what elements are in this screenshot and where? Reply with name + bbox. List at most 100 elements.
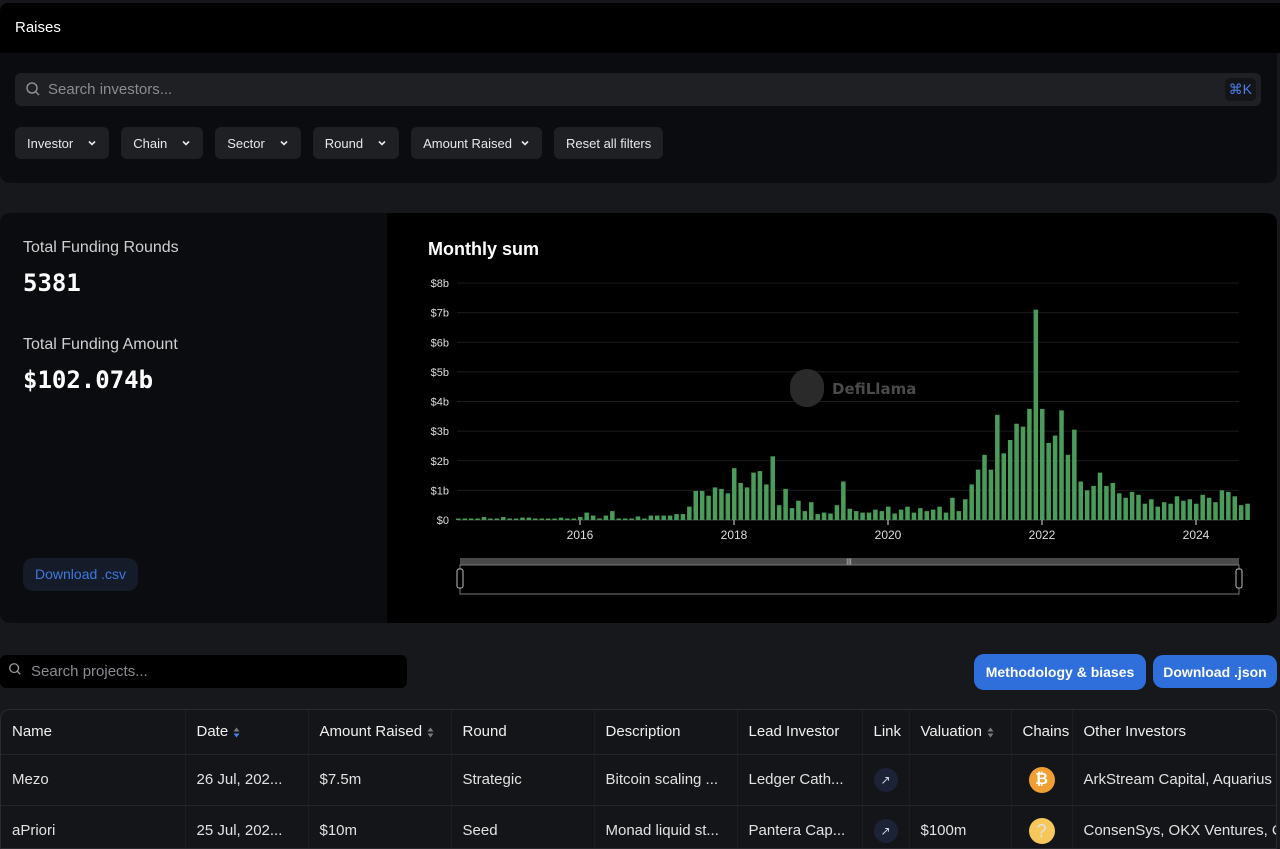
bar[interactable]	[1052, 435, 1058, 520]
bar[interactable]	[905, 506, 910, 520]
bar[interactable]	[853, 511, 859, 520]
bar[interactable]	[866, 512, 872, 520]
download-json-button[interactable]: Download .json	[1153, 655, 1277, 688]
bar[interactable]	[776, 505, 782, 520]
external-link-icon[interactable]: ↗	[873, 767, 898, 792]
sort-icon[interactable]	[987, 727, 994, 738]
bar[interactable]	[622, 518, 628, 521]
bar[interactable]	[687, 506, 692, 520]
bar[interactable]	[667, 515, 673, 520]
bar[interactable]	[821, 512, 827, 520]
bar[interactable]	[1097, 472, 1103, 520]
bar[interactable]	[918, 508, 923, 520]
bar[interactable]	[629, 518, 634, 521]
bar[interactable]	[847, 508, 853, 520]
bar[interactable]	[501, 517, 506, 520]
bar[interactable]	[963, 499, 968, 520]
bar[interactable]	[635, 516, 641, 520]
bar[interactable]	[1110, 482, 1116, 520]
search-investors-input[interactable]	[48, 73, 1198, 106]
bar[interactable]	[468, 518, 474, 521]
column-header-amount[interactable]: Amount Raised	[308, 710, 452, 754]
bar[interactable]	[558, 517, 564, 520]
bar[interactable]	[930, 509, 936, 520]
bar[interactable]	[751, 472, 756, 520]
bar[interactable]	[898, 509, 904, 520]
bar[interactable]	[725, 493, 731, 520]
bar[interactable]	[995, 414, 1000, 520]
range-handle-right[interactable]	[1235, 568, 1243, 589]
bar[interactable]	[597, 518, 602, 521]
bar[interactable]	[809, 502, 814, 520]
bar[interactable]	[950, 497, 955, 520]
bar[interactable]	[1091, 485, 1096, 520]
bar[interactable]	[796, 500, 801, 520]
bar[interactable]	[1213, 502, 1218, 520]
bar[interactable]	[571, 518, 577, 521]
bar[interactable]	[1078, 481, 1084, 520]
bar[interactable]	[526, 517, 532, 520]
bar[interactable]	[1059, 410, 1064, 520]
bar[interactable]	[757, 471, 763, 520]
bar[interactable]	[1123, 497, 1128, 520]
bar[interactable]	[693, 490, 699, 520]
bar[interactable]	[719, 488, 724, 520]
methodology-button[interactable]: Methodology & biases	[974, 654, 1146, 690]
bar[interactable]	[1149, 499, 1154, 520]
search-projects-box[interactable]	[0, 655, 407, 688]
bar[interactable]	[789, 508, 795, 520]
bar[interactable]	[1200, 494, 1205, 520]
bar[interactable]	[873, 509, 878, 520]
search-projects-input[interactable]	[31, 655, 391, 688]
bar[interactable]	[744, 487, 750, 520]
bar[interactable]	[616, 518, 622, 521]
range-handle-left[interactable]	[456, 568, 464, 589]
bar[interactable]	[1033, 309, 1039, 520]
bar[interactable]	[1174, 496, 1180, 520]
search-investors-box[interactable]: ⌘K	[15, 73, 1261, 106]
external-link-icon[interactable]: ↗	[873, 818, 898, 843]
round-filter-button[interactable]: Round	[312, 127, 400, 159]
bar[interactable]	[924, 511, 930, 520]
bar[interactable]	[475, 518, 480, 521]
bar[interactable]	[584, 512, 589, 520]
bar[interactable]	[1181, 500, 1186, 520]
bar[interactable]	[699, 490, 705, 520]
bar[interactable]	[834, 505, 840, 520]
bar[interactable]	[956, 511, 962, 520]
bar[interactable]	[982, 454, 987, 520]
table-row[interactable]: aPriori 25 Jul, 202... $10m Seed Monad l…	[1, 804, 1276, 848]
reset-filters-button[interactable]: Reset all filters	[554, 127, 664, 159]
bar[interactable]	[552, 518, 557, 521]
bar[interactable]	[1161, 502, 1167, 520]
bar[interactable]	[988, 469, 994, 520]
bar[interactable]	[1040, 408, 1045, 520]
sector-filter-button[interactable]: Sector	[215, 127, 301, 159]
bar[interactable]	[655, 515, 660, 520]
bar[interactable]	[481, 517, 487, 520]
table-row[interactable]: Mezo 26 Jul, 202... $7.5m Strategic Bitc…	[1, 753, 1276, 805]
bar[interactable]	[1117, 493, 1122, 520]
bar[interactable]	[1014, 423, 1019, 520]
bar[interactable]	[1129, 491, 1135, 520]
bar[interactable]	[815, 514, 820, 520]
bar[interactable]	[520, 517, 525, 520]
bar[interactable]	[1136, 494, 1141, 520]
bar[interactable]	[661, 515, 666, 520]
bar[interactable]	[764, 484, 769, 520]
bar[interactable]	[1187, 499, 1193, 520]
bar[interactable]	[712, 487, 718, 520]
range-slider[interactable]: |||	[456, 558, 1243, 595]
bar[interactable]	[828, 513, 833, 520]
bar[interactable]	[860, 512, 865, 520]
bar[interactable]	[969, 484, 974, 520]
bar[interactable]	[456, 518, 461, 521]
column-header-date[interactable]: Date	[185, 710, 309, 754]
bar[interactable]	[533, 518, 538, 521]
bar[interactable]	[770, 456, 776, 520]
bar[interactable]	[610, 511, 615, 520]
bar[interactable]	[648, 515, 654, 520]
column-header-valuation[interactable]: Valuation	[909, 710, 1012, 754]
bar[interactable]	[783, 488, 788, 520]
bar[interactable]	[513, 518, 519, 521]
